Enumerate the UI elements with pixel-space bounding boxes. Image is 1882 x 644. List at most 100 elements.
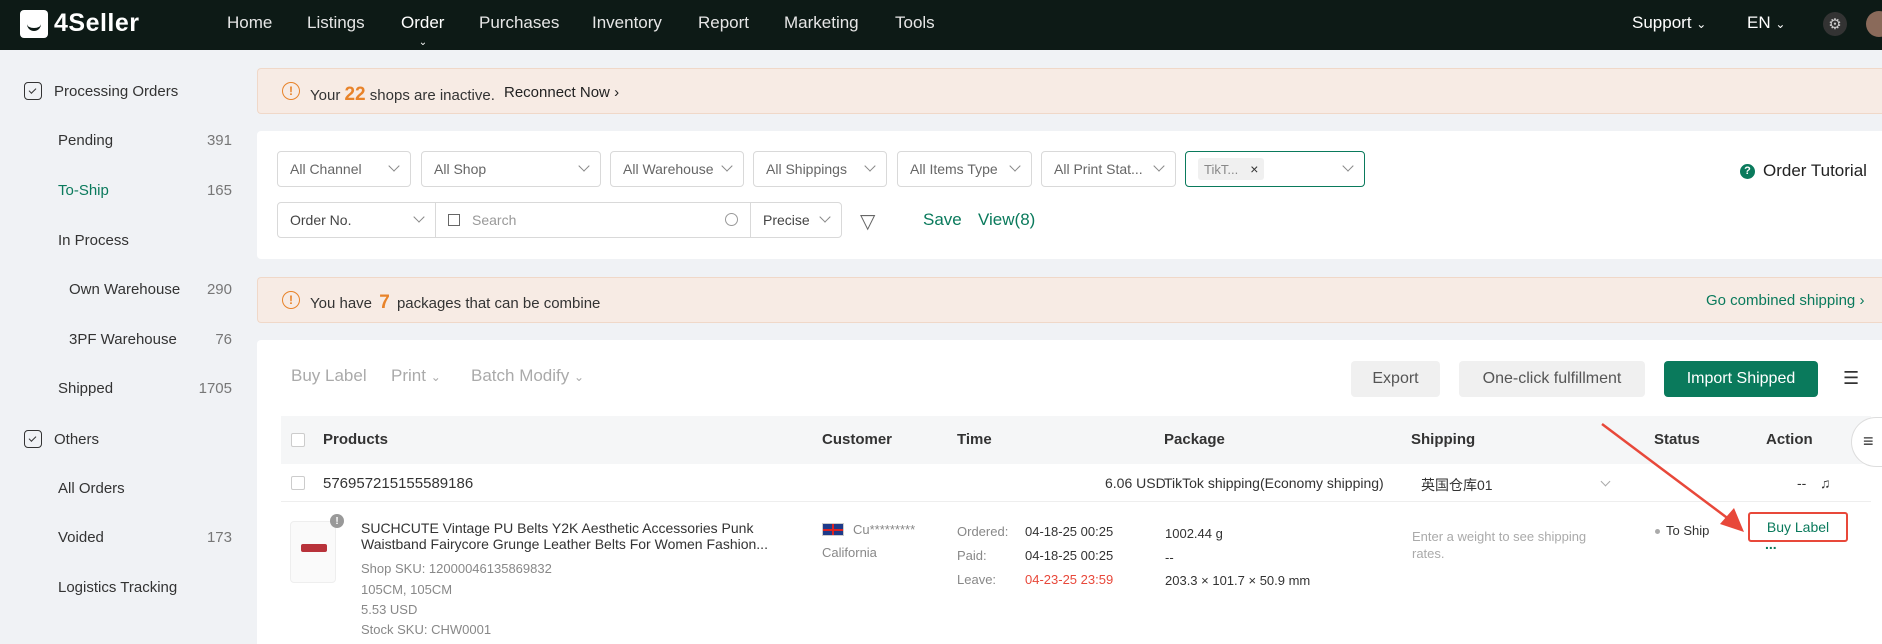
buy-label-text: Buy Label	[1766, 519, 1830, 535]
chevron-right-icon: ›	[1859, 292, 1865, 309]
scan-icon	[448, 214, 460, 226]
select-value: All Items Type	[910, 161, 998, 177]
close-icon[interactable]: ×	[1250, 161, 1258, 177]
customer-name[interactable]: Cu*********	[853, 522, 915, 537]
top-navigation-bar: 4Seller Home Listings Order ⌄ Purchases I…	[0, 0, 1882, 50]
header-action: Action	[1766, 431, 1813, 448]
channel-tag-select[interactable]: TikT... ×	[1185, 151, 1365, 187]
order-extra: --	[1797, 475, 1807, 491]
paid-label: Paid:	[957, 548, 987, 563]
go-combined-shipping-link[interactable]: Go combined shipping ›	[1706, 292, 1864, 309]
logo[interactable]: 4Seller	[20, 9, 140, 38]
chevron-down-icon	[864, 160, 876, 172]
order-checkbox[interactable]	[291, 476, 305, 490]
support-label: Support	[1632, 13, 1692, 32]
header-time: Time	[957, 431, 992, 448]
header-shipping: Shipping	[1411, 431, 1476, 448]
nav-report[interactable]: Report	[698, 13, 749, 33]
header-products: Products	[323, 431, 389, 448]
sidebar-group-others[interactable]: Others	[24, 430, 99, 448]
buy-label-button[interactable]: Buy Label	[1748, 512, 1848, 542]
chevron-down-icon	[1342, 160, 1354, 172]
product-price: 5.53 USD	[361, 602, 418, 617]
print-menu[interactable]: Print ⌄	[391, 366, 441, 386]
items-type-select[interactable]: All Items Type	[897, 151, 1032, 187]
order-number[interactable]: 576957215155589186	[323, 475, 473, 492]
package-weight[interactable]: 1002.44 g	[1165, 526, 1223, 541]
shop-select[interactable]: All Shop	[421, 151, 601, 187]
selected-tag: TikT... ×	[1198, 158, 1265, 180]
chevron-down-icon: ⌄	[418, 37, 428, 48]
combine-packages-notice: ! You have 7 packages that can be combin…	[257, 277, 1882, 323]
select-all-checkbox[interactable]	[291, 433, 305, 447]
export-button[interactable]: Export	[1351, 361, 1440, 397]
warehouse-value: 英国仓库01	[1421, 477, 1493, 493]
print-label: Print	[391, 366, 426, 385]
sidebar-item-label: 3PF Warehouse	[69, 331, 177, 348]
leave-label: Leave:	[957, 572, 997, 587]
avatar[interactable]	[1866, 11, 1882, 37]
shippings-select[interactable]: All Shippings	[753, 151, 887, 187]
support-menu[interactable]: Support ⌄	[1632, 13, 1706, 33]
package-extra: --	[1165, 550, 1174, 565]
nav-order[interactable]: Order ⌄	[401, 13, 444, 48]
filter-funnel-icon[interactable]: ▽	[860, 209, 875, 234]
product-title-line1[interactable]: SUCHCUTE Vintage PU Belts Y2K Aesthetic …	[361, 520, 753, 536]
channel-select[interactable]: All Channel	[277, 151, 411, 187]
product-image[interactable]	[290, 521, 336, 583]
notice-text: Your 22 shops are inactive.	[310, 84, 495, 106]
order-tutorial-link[interactable]: ? Order Tutorial	[1740, 161, 1867, 181]
sidebar-group-label: Others	[54, 430, 100, 448]
language-label: EN	[1747, 13, 1771, 32]
shop-sku: Shop SKU: 12000046135869832	[361, 561, 552, 576]
one-click-fulfillment-button[interactable]: One-click fulfillment	[1459, 361, 1645, 397]
sidebar-group-processing-orders[interactable]: Processing Orders	[24, 82, 178, 100]
notice-prefix: You have	[310, 295, 373, 312]
nav-tools[interactable]: Tools	[895, 13, 935, 33]
chevron-down-icon: ⌄	[574, 370, 585, 384]
nav-home[interactable]: Home	[227, 13, 272, 33]
notice-prefix: Your	[310, 87, 341, 104]
import-shipped-button[interactable]: Import Shipped	[1664, 361, 1818, 397]
column-settings-icon[interactable]: ☰	[1843, 368, 1859, 389]
clipboard-check-icon	[24, 430, 42, 448]
warehouse-select[interactable]: 英国仓库01	[1411, 468, 1623, 498]
package-dimensions[interactable]: 203.3 × 101.7 × 50.9 mm	[1165, 573, 1310, 588]
stock-sku: Stock SKU: CHW0001	[361, 622, 492, 637]
reconnect-label: Reconnect Now	[504, 84, 610, 101]
customer-region: California	[822, 545, 877, 560]
match-mode-select[interactable]: Precise	[750, 202, 842, 238]
buy-label-bulk-button[interactable]: Buy Label	[291, 366, 367, 386]
save-filter-button[interactable]: Save	[923, 210, 962, 230]
product-title-line2[interactable]: Waistband Fairycore Grunge Leather Belts…	[361, 536, 768, 552]
leave-deadline: 04-23-25 23:59	[1025, 572, 1114, 587]
search-icon[interactable]	[725, 213, 738, 226]
language-menu[interactable]: EN ⌄	[1747, 13, 1785, 33]
select-value: All Print Stat...	[1054, 161, 1143, 177]
nav-marketing[interactable]: Marketing	[784, 13, 859, 33]
search-placeholder: Search	[472, 212, 517, 228]
select-value: All Shop	[434, 161, 487, 177]
search-field-select[interactable]: Order No.	[277, 202, 436, 238]
warehouse-select[interactable]: All Warehouse	[610, 151, 744, 187]
nav-inventory[interactable]: Inventory	[592, 13, 662, 33]
select-value: All Shippings	[766, 161, 847, 177]
settings-gear-icon[interactable]: ⚙	[1823, 12, 1847, 36]
chevron-right-icon: ›	[614, 84, 620, 101]
search-input[interactable]: Search	[435, 202, 751, 238]
print-status-select[interactable]: All Print Stat...	[1041, 151, 1176, 187]
paid-time: 04-18-25 00:25	[1025, 548, 1114, 563]
sidebar-item-label: Logistics Tracking	[58, 579, 178, 596]
menu-list-icon: ≡	[1863, 431, 1874, 451]
chevron-down-icon	[819, 211, 831, 223]
logo-bag-icon	[20, 9, 48, 38]
nav-listings[interactable]: Listings	[307, 13, 365, 33]
nav-purchases[interactable]: Purchases	[479, 13, 559, 33]
info-icon[interactable]: !	[330, 514, 344, 528]
chevron-down-icon	[388, 160, 400, 172]
sidebar-item-label: Own Warehouse	[69, 281, 181, 298]
saved-views-button[interactable]: View(8)	[978, 210, 1035, 230]
reconnect-now-link[interactable]: Reconnect Now ›	[504, 84, 619, 101]
batch-modify-menu[interactable]: Batch Modify ⌄	[471, 366, 584, 386]
warning-icon: !	[282, 82, 300, 100]
